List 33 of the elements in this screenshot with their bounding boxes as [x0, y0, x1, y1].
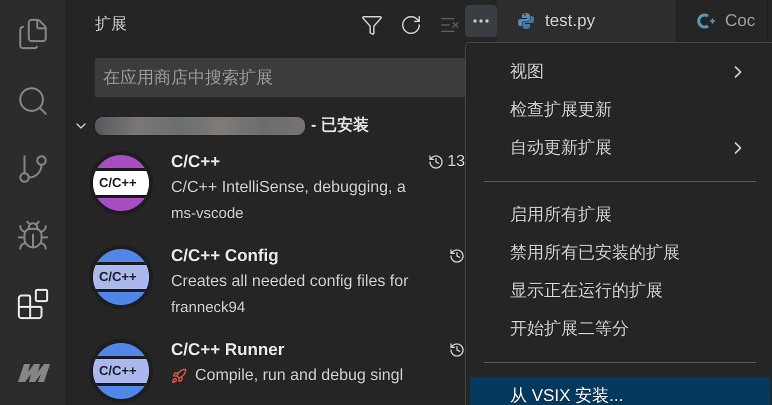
- menu-item[interactable]: 显示正在运行的扩展: [470, 272, 770, 310]
- extension-description: C/C++ IntelliSense, debugging, a: [171, 178, 406, 198]
- extension-description: Compile, run and debug singl: [195, 366, 404, 386]
- menu-item[interactable]: 从 VSIX 安装...: [470, 377, 770, 405]
- extension-name[interactable]: C/C++ Runner: [171, 337, 284, 363]
- extension-description: Creates all needed config files for: [171, 272, 408, 292]
- history-icon: [449, 342, 465, 358]
- sidebar-title: 扩展: [95, 14, 127, 35]
- menu-item[interactable]: 启用所有扩展: [470, 196, 770, 234]
- ellipsis-icon: [473, 19, 489, 23]
- menu-item[interactable]: 自动更新扩展: [470, 129, 770, 167]
- menu-item[interactable]: 禁用所有已安装的扩展: [470, 234, 770, 272]
- extension-name[interactable]: C/C++ Config: [171, 243, 279, 269]
- logo-label: C/C++: [99, 269, 137, 285]
- logo-label: C/C++: [99, 363, 137, 379]
- search-field[interactable]: 在应用商店中搜索扩展: [95, 58, 465, 97]
- menu-item[interactable]: 视图: [470, 53, 770, 91]
- install-count: 13: [447, 152, 465, 172]
- filter-icon[interactable]: [361, 14, 383, 36]
- history-icon: [449, 248, 465, 264]
- python-icon: [517, 12, 535, 30]
- extension-name[interactable]: C/C++: [171, 149, 220, 175]
- section-label: - 已安装: [311, 115, 369, 136]
- refresh-icon[interactable]: [400, 14, 422, 36]
- cpp-icon: [697, 12, 715, 30]
- menu-item[interactable]: 开始扩展二等分: [470, 310, 770, 348]
- logo-label: C/C++: [99, 175, 137, 191]
- publisher-name[interactable]: ms-vscode: [171, 202, 244, 226]
- history-icon: [428, 154, 444, 170]
- editor-tab[interactable]: test.py: [497, 0, 677, 42]
- publisher-name[interactable]: franneck94: [171, 296, 246, 320]
- menu-item[interactable]: 检查扩展更新: [470, 91, 770, 129]
- extensions-icon[interactable]: [16, 286, 50, 321]
